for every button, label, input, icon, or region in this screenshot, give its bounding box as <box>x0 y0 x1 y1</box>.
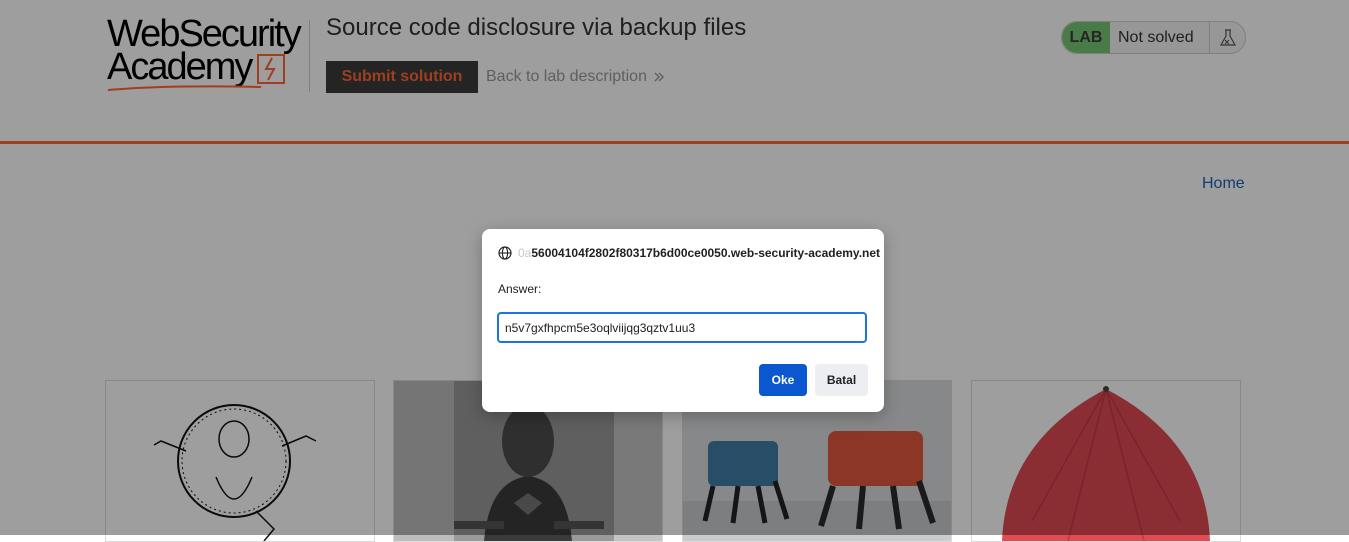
dialog-origin: 0a56004104f2802f80317b6d00ce0050.web-sec… <box>498 246 880 260</box>
origin-prefix: 0a <box>518 246 532 260</box>
cancel-button[interactable]: Batal <box>815 364 868 396</box>
ok-button[interactable]: Oke <box>759 364 807 396</box>
origin-text: 0a56004104f2802f80317b6d00ce0050.web-sec… <box>518 246 880 260</box>
answer-label: Answer: <box>498 282 542 296</box>
origin-host: 56004104f2802f80317b6d00ce0050.web-secur… <box>531 246 881 260</box>
prompt-dialog: 0a56004104f2802f80317b6d00ce0050.web-sec… <box>482 229 884 412</box>
globe-icon <box>498 246 512 260</box>
page: WebSecurity Academy Source code disclosu… <box>0 0 1349 542</box>
answer-input[interactable] <box>497 312 867 343</box>
